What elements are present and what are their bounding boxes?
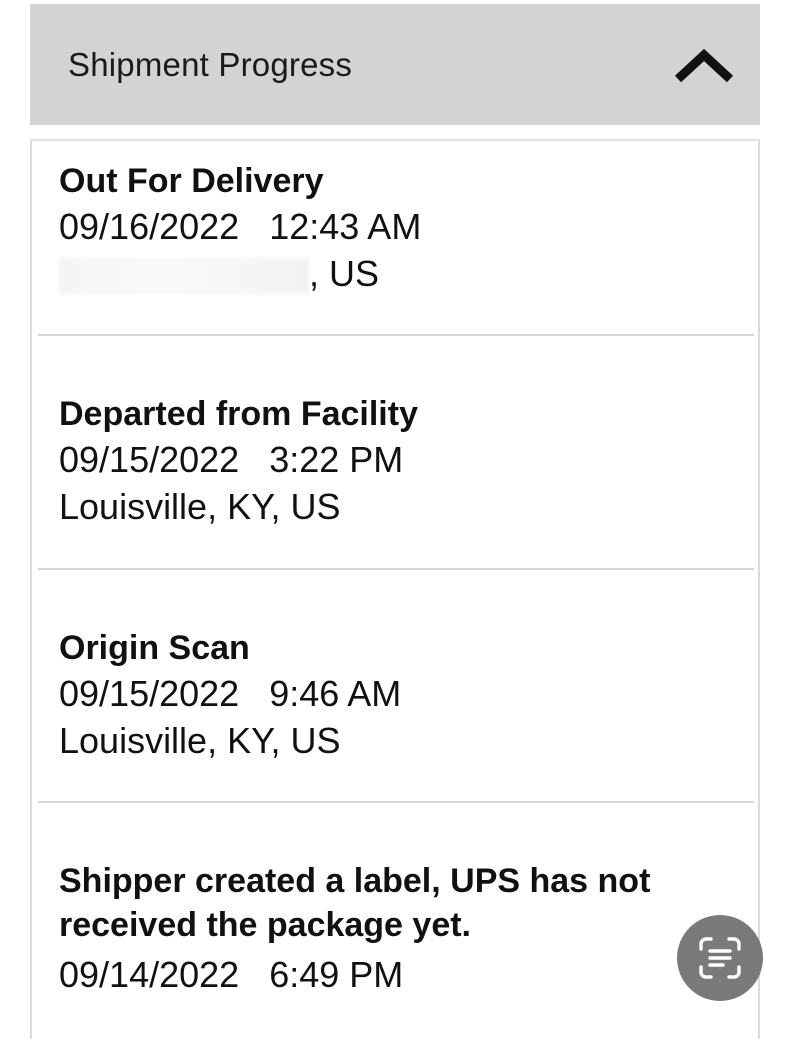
event-time: 9:46 AM: [269, 673, 402, 714]
event-time: 12:43 AM: [269, 206, 422, 247]
event-location: Louisville, KY, US: [59, 720, 341, 761]
shipment-progress-header[interactable]: Shipment Progress: [30, 4, 760, 125]
event-time: 3:22 PM: [269, 439, 404, 480]
shipment-events-list: Out For Delivery 09/16/2022 12:43 AM , U…: [30, 139, 760, 1039]
panel-title: Shipment Progress: [68, 45, 353, 83]
event-datetime: 09/14/2022 6:49 PM: [59, 951, 718, 999]
event-datetime: 09/15/2022 9:46 AM: [59, 670, 758, 718]
event-location-text: , US: [309, 253, 380, 294]
event-item: Out For Delivery 09/16/2022 12:43 AM , U…: [32, 159, 758, 297]
event-date: 09/15/2022: [59, 673, 240, 714]
event-datetime: 09/16/2022 12:43 AM: [59, 203, 758, 251]
chevron-up-icon: [674, 48, 734, 82]
event-date: 09/14/2022: [59, 954, 240, 995]
event-datetime: 09/15/2022 3:22 PM: [59, 436, 758, 484]
event-date: 09/16/2022: [59, 206, 240, 247]
divider: [38, 568, 754, 570]
event-title: Origin Scan: [59, 629, 250, 667]
event-item: Origin Scan 09/15/2022 9:46 AM Louisvill…: [32, 626, 758, 764]
event-item: Departed from Facility 09/15/2022 3:22 P…: [32, 392, 758, 530]
collapse-button[interactable]: [668, 35, 740, 95]
event-title: Departed from Facility: [59, 395, 418, 433]
event-time: 6:49 PM: [269, 954, 404, 995]
text-scan-button[interactable]: [677, 915, 763, 1001]
event-date: 09/15/2022: [59, 439, 240, 480]
redacted-location: [59, 258, 309, 295]
divider: [38, 801, 754, 803]
event-item: Shipper created a label, UPS has not rec…: [32, 859, 758, 999]
event-location: , US: [59, 251, 758, 297]
divider: [38, 334, 754, 336]
text-scan-icon: [699, 937, 741, 979]
event-title: Out For Delivery: [59, 162, 324, 200]
event-location: Louisville, KY, US: [59, 486, 341, 527]
event-title: Shipper created a label, UPS has not rec…: [59, 862, 651, 944]
